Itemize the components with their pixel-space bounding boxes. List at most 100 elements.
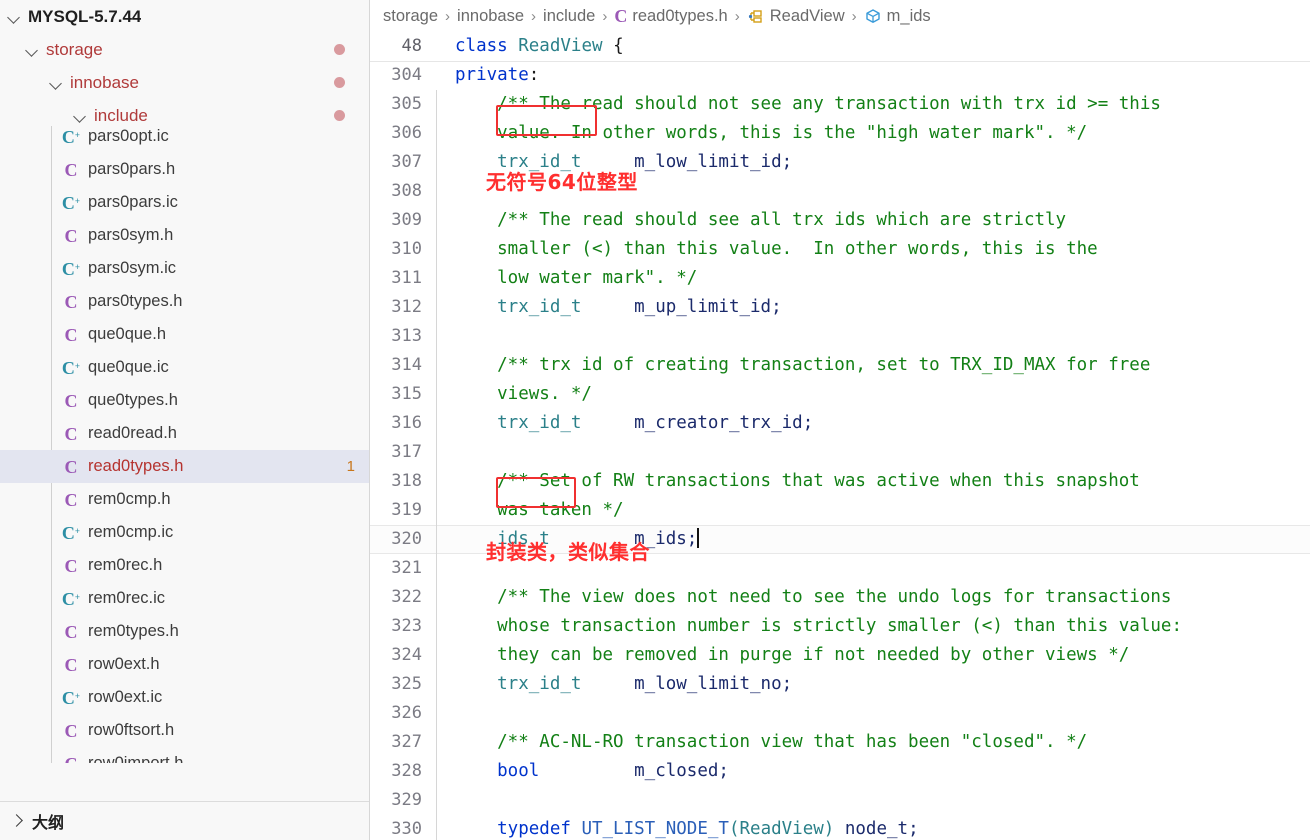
breadcrumb-label: include [543, 6, 596, 25]
code-line-322[interactable]: 322 /** The view does not need to see th… [370, 583, 1310, 612]
chevron-right-icon[interactable] [8, 812, 26, 830]
code-line-304[interactable]: 304 private: [370, 61, 1310, 90]
line-number: 308 [391, 181, 422, 201]
code-text: they can be removed in purge if not need… [422, 641, 1310, 670]
sticky-code-text: class ReadView { [455, 36, 624, 56]
line-number: 48 [401, 36, 422, 56]
list-item[interactable]: C row0ftsort.h [0, 714, 369, 747]
list-item[interactable]: C row0ext.h [0, 648, 369, 681]
code-line-305[interactable]: 305 /** The read should not see any tran… [370, 90, 1310, 119]
sticky-scroll-line[interactable]: 48 class ReadView { [370, 32, 1310, 62]
list-item[interactable]: C+ row0ext.ic [0, 681, 369, 714]
code-line-330[interactable]: 330 typedef UT_LIST_NODE_T(ReadView) nod… [370, 815, 1310, 840]
breadcrumb-item-field[interactable]: m_ids [864, 7, 931, 26]
list-item-label: pars0pars.h [88, 160, 176, 178]
tree-item-label: include [94, 105, 148, 125]
line-number: 312 [391, 297, 422, 317]
breadcrumb-item-class[interactable]: ReadView [747, 7, 845, 26]
list-item[interactable]: C pars0sym.h [0, 219, 369, 252]
line-number: 316 [391, 413, 422, 433]
list-item[interactable]: C+ rem0cmp.ic [0, 516, 369, 549]
tree-item-root[interactable]: MYSQL-5.7.44 [0, 0, 369, 33]
code-line-317[interactable]: 317 [370, 438, 1310, 467]
code-line-312[interactable]: 312 trx_id_t m_up_limit_id; [370, 293, 1310, 322]
list-item-label: row0ftsort.h [88, 721, 175, 739]
line-number: 320 [391, 529, 422, 549]
code-line-306[interactable]: 306 value. In other words, this is the "… [370, 119, 1310, 148]
c-header-icon: C [64, 423, 78, 444]
outline-panel-header[interactable]: 大纲 [0, 801, 369, 840]
list-item[interactable]: C rem0types.h [0, 615, 369, 648]
code-line-329[interactable]: 329 [370, 786, 1310, 815]
field-icon [864, 7, 882, 25]
code-line-311[interactable]: 311 low water mark". */ [370, 264, 1310, 293]
line-number: 327 [391, 732, 422, 752]
list-item[interactable]: C+ rem0rec.ic [0, 582, 369, 615]
breadcrumb-separator: › [734, 7, 740, 25]
chevron-down-icon[interactable] [6, 8, 24, 26]
list-item[interactable]: C+ pars0pars.ic [0, 186, 369, 219]
code-text: trx_id_t m_creator_trx_id; [422, 409, 1310, 438]
list-item[interactable]: C+ pars0sym.ic [0, 252, 369, 285]
c-header-icon: C [64, 654, 78, 675]
chevron-down-icon[interactable] [72, 107, 90, 125]
list-item[interactable]: C que0que.h [0, 318, 369, 351]
line-number: 317 [391, 442, 422, 462]
c-plus-plus-inline-icon: C+ [61, 357, 81, 378]
tree-item-storage[interactable]: storage [0, 33, 369, 66]
code-line-314[interactable]: 314 /** trx id of creating transaction, … [370, 351, 1310, 380]
list-item-selected-read0types[interactable]: C read0types.h 1 [0, 450, 369, 483]
c-plus-plus-inline-icon: C+ [61, 687, 81, 708]
file-tree[interactable]: MYSQL-5.7.44 storage innobase include C+… [0, 0, 369, 801]
code-text: /** Set of RW transactions that was acti… [422, 467, 1310, 496]
code-line-325[interactable]: 325 trx_id_t m_low_limit_no; [370, 670, 1310, 699]
code-line-326[interactable]: 326 [370, 699, 1310, 728]
chevron-down-icon[interactable] [48, 74, 66, 92]
code-editor: storage › innobase › include › C read0ty… [370, 0, 1310, 840]
list-item-label: rem0cmp.ic [88, 523, 174, 541]
code-line-323[interactable]: 323 whose transaction number is strictly… [370, 612, 1310, 641]
code-line-309[interactable]: 309 /** The read should see all trx ids … [370, 206, 1310, 235]
list-item[interactable]: C rem0cmp.h [0, 483, 369, 516]
list-item[interactable]: C pars0types.h [0, 285, 369, 318]
editor-window: MYSQL-5.7.44 storage innobase include C+… [0, 0, 1310, 840]
breadcrumb-item-innobase[interactable]: innobase [457, 7, 524, 26]
code-line-328[interactable]: 328 bool m_closed; [370, 757, 1310, 786]
modified-dot-icon [334, 77, 345, 88]
code-line-318[interactable]: 318 /** Set of RW transactions that was … [370, 467, 1310, 496]
code-line-324[interactable]: 324 they can be removed in purge if not … [370, 641, 1310, 670]
list-item[interactable]: C+ pars0opt.ic [0, 126, 369, 153]
line-number: 321 [391, 558, 422, 578]
list-item[interactable]: C que0types.h [0, 384, 369, 417]
line-number: 326 [391, 703, 422, 723]
line-number: 322 [391, 587, 422, 607]
code-text: private: [455, 65, 540, 85]
c-plus-plus-inline-icon: C+ [61, 258, 81, 279]
list-item-label: row0ext.ic [88, 688, 163, 706]
list-item[interactable]: C rem0rec.h [0, 549, 369, 582]
list-item[interactable]: C read0read.h [0, 417, 369, 450]
code-line-310[interactable]: 310 smaller (<) than this value. In othe… [370, 235, 1310, 264]
list-item[interactable]: C pars0pars.h [0, 153, 369, 186]
code-line-319[interactable]: 319 was taken */ [370, 496, 1310, 525]
breadcrumb-item-file[interactable]: C read0types.h [614, 6, 727, 27]
code-line-313[interactable]: 313 [370, 322, 1310, 351]
code-line-327[interactable]: 327 /** AC-NL-RO transaction view that h… [370, 728, 1310, 757]
tree-item-label: storage [46, 39, 103, 59]
tree-item-innobase[interactable]: innobase [0, 66, 369, 99]
list-item[interactable]: C+ que0que.ic [0, 351, 369, 384]
chevron-down-icon[interactable] [24, 41, 42, 59]
line-number: 305 [391, 94, 422, 114]
line-number: 318 [391, 471, 422, 491]
code-text: bool m_closed; [422, 757, 1310, 786]
list-item-label: row0ext.h [88, 655, 160, 673]
breadcrumb-item-storage[interactable]: storage [383, 7, 438, 26]
line-number: 311 [391, 268, 422, 288]
code-line-316[interactable]: 316 trx_id_t m_creator_trx_id; [370, 409, 1310, 438]
code-line-315[interactable]: 315 views. */ [370, 380, 1310, 409]
list-item[interactable]: C row0import.h [0, 747, 369, 763]
breadcrumb-label: storage [383, 6, 439, 25]
breadcrumb[interactable]: storage › innobase › include › C read0ty… [370, 0, 1310, 32]
list-item-label: row0import.h [88, 754, 184, 763]
breadcrumb-item-include[interactable]: include [543, 7, 595, 26]
